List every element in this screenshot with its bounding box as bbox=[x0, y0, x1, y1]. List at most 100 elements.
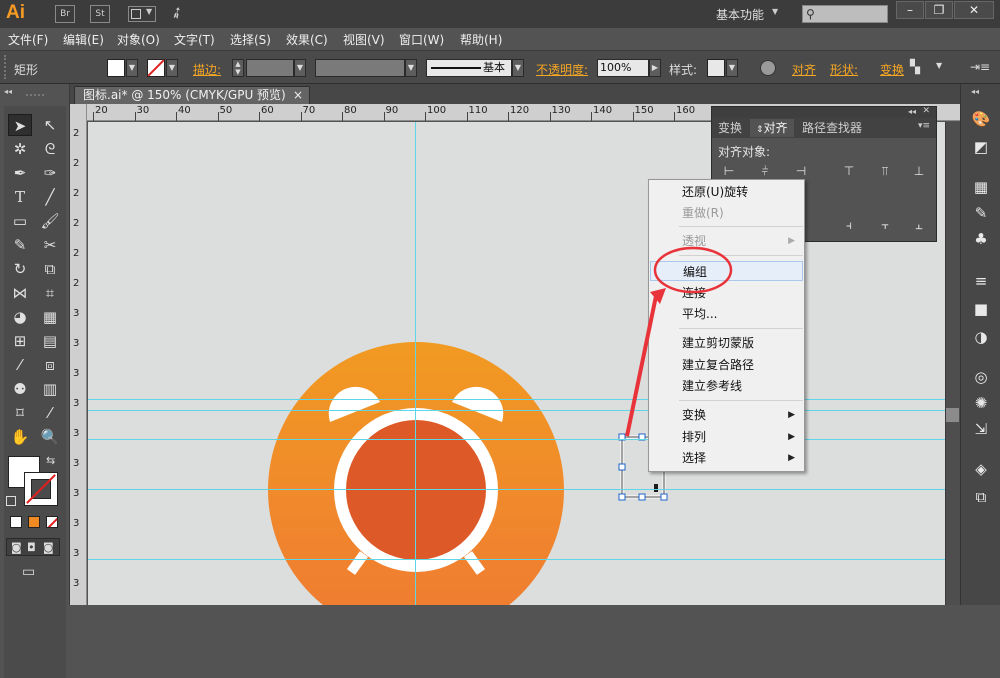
workspace-dropdown-icon[interactable]: ▼ bbox=[772, 7, 778, 16]
brush-definition-field[interactable]: 基本 bbox=[426, 59, 512, 77]
toolbox-grip[interactable] bbox=[26, 94, 44, 99]
none-mode-button[interactable] bbox=[46, 516, 58, 528]
control-panel-menu-icon[interactable]: ⇥≡ bbox=[970, 60, 990, 74]
guide-horizontal[interactable] bbox=[88, 489, 945, 490]
vertical-scrollbar[interactable] bbox=[945, 122, 960, 605]
menu-item-group[interactable]: 编组 bbox=[650, 261, 803, 281]
rectangle-tool-icon[interactable]: ▭ bbox=[8, 210, 32, 232]
export-icon[interactable]: ⇲ bbox=[969, 418, 993, 440]
eyedropper-tool-icon[interactable]: ⁄ bbox=[8, 354, 32, 376]
zoom-tool-icon[interactable]: 🔍 bbox=[38, 426, 62, 448]
stroke-weight-dropdown[interactable]: ▼ bbox=[294, 59, 306, 77]
menu-object[interactable]: 对象(O) bbox=[117, 31, 160, 48]
variable-width-profile[interactable] bbox=[315, 59, 405, 77]
graphic-style-swatch[interactable] bbox=[707, 59, 725, 77]
guide-horizontal[interactable] bbox=[88, 439, 945, 440]
close-tab-icon[interactable]: × bbox=[293, 87, 303, 103]
align-right-icon[interactable]: ⊣ bbox=[792, 163, 810, 179]
tab-transform[interactable]: 变换 bbox=[712, 119, 748, 137]
menu-item-make-clipping-mask[interactable]: 建立剪切蒙版 bbox=[650, 333, 803, 353]
pen-tool-icon[interactable]: ✒ bbox=[8, 162, 32, 184]
slice-tool-icon[interactable]: ⁄ bbox=[38, 402, 62, 424]
menu-edit[interactable]: 编辑(E) bbox=[63, 31, 104, 48]
distribute-left-icon[interactable]: ⫞ bbox=[840, 217, 858, 233]
search-input[interactable]: ⚲ bbox=[802, 5, 888, 23]
shape-link[interactable]: 形状: bbox=[830, 61, 858, 78]
swap-fill-stroke-icon[interactable]: ⇆ bbox=[46, 454, 55, 467]
curvature-tool-icon[interactable]: ✑ bbox=[38, 162, 62, 184]
control-bar-grip[interactable] bbox=[4, 55, 7, 79]
stroke-dropdown[interactable]: ▼ bbox=[166, 59, 178, 77]
more-dropdown-icon[interactable]: ▼ bbox=[936, 61, 942, 70]
menu-file[interactable]: 文件(F) bbox=[8, 31, 48, 48]
direct-selection-tool-icon[interactable]: ↖ bbox=[38, 114, 62, 136]
vertical-ruler[interactable]: 2 2 2 2 2 2 3 3 3 3 3 3 3 3 3 3 bbox=[70, 104, 87, 605]
symbols-icon[interactable]: ♣ bbox=[969, 228, 993, 250]
align-bottom-icon[interactable]: ⊥ bbox=[910, 163, 928, 179]
align-vertical-center-icon[interactable]: ⫪ bbox=[876, 163, 894, 179]
default-colors-icon[interactable] bbox=[6, 496, 16, 506]
column-graph-tool-icon[interactable]: ▥ bbox=[38, 378, 62, 400]
restore-button[interactable]: ❐ bbox=[925, 1, 953, 19]
scale-tool-icon[interactable]: ⧉ bbox=[38, 258, 62, 280]
menu-item-arrange[interactable]: 排列 ▶ bbox=[650, 427, 803, 447]
transparency-icon[interactable]: ◑ bbox=[969, 326, 993, 348]
drawing-modes[interactable]: ◙ ◘ ◙ bbox=[6, 538, 60, 556]
align-panel-header[interactable]: ◂◂ ✕ bbox=[712, 106, 936, 118]
align-horizontal-center-icon[interactable]: ⫩ bbox=[756, 163, 774, 179]
close-button[interactable]: ✕ bbox=[954, 1, 994, 19]
stroke-link[interactable]: 描边: bbox=[193, 61, 221, 78]
artboard-tool-icon[interactable]: ⌑ bbox=[8, 402, 32, 424]
bridge-button[interactable]: Br bbox=[55, 5, 75, 23]
menu-item-select[interactable]: 选择 ▶ bbox=[650, 448, 803, 468]
guide-horizontal[interactable] bbox=[88, 410, 945, 411]
distribute-center-icon[interactable]: ⫟ bbox=[876, 217, 894, 233]
draw-behind-icon[interactable]: ◘ bbox=[27, 541, 36, 554]
brush-dropdown[interactable]: ▼ bbox=[512, 59, 524, 77]
paintbrush-tool-icon[interactable]: 🖌 bbox=[38, 210, 62, 232]
color-guide-icon[interactable]: ◩ bbox=[969, 136, 993, 158]
perspective-grid-tool-icon[interactable]: ▦ bbox=[38, 306, 62, 328]
graphic-styles-icon[interactable]: ✺ bbox=[969, 392, 993, 414]
fill-dropdown[interactable]: ▼ bbox=[126, 59, 138, 77]
type-tool-icon[interactable]: T bbox=[8, 186, 32, 208]
document-tab[interactable]: 图标.ai* @ 150% (CMYK/GPU 预览) × bbox=[74, 86, 310, 104]
menu-item-make-compound-path[interactable]: 建立复合路径 bbox=[650, 355, 803, 375]
menu-item-make-guides[interactable]: 建立参考线 bbox=[650, 376, 803, 396]
menu-select[interactable]: 选择(S) bbox=[230, 31, 271, 48]
minimize-button[interactable]: – bbox=[896, 1, 924, 19]
align-top-icon[interactable]: ⊤ bbox=[840, 163, 858, 179]
pencil-tool-icon[interactable]: ✎ bbox=[8, 234, 32, 256]
feather-icon[interactable]: ➶ bbox=[166, 1, 187, 24]
guide-vertical[interactable] bbox=[415, 122, 416, 605]
variable-width-dropdown[interactable]: ▼ bbox=[405, 59, 417, 77]
menu-item-join[interactable]: 连接 bbox=[650, 283, 803, 303]
guide-horizontal[interactable] bbox=[88, 559, 945, 560]
stroke-weight-field[interactable] bbox=[246, 59, 294, 77]
stroke-weight-stepper[interactable]: ▲ ▼ bbox=[232, 59, 244, 77]
menu-item-undo-rotate[interactable]: 还原(U)旋转 bbox=[650, 182, 803, 202]
guide-horizontal[interactable] bbox=[88, 399, 945, 400]
scrollbar-thumb[interactable] bbox=[946, 408, 959, 422]
appearance-icon[interactable]: ◎ bbox=[969, 366, 993, 388]
width-tool-icon[interactable]: ⋈ bbox=[8, 282, 32, 304]
brushes-icon[interactable]: ✎ bbox=[969, 202, 993, 224]
draw-inside-icon[interactable]: ◙ bbox=[43, 541, 54, 554]
free-transform-tool-icon[interactable]: ⌗ bbox=[38, 282, 62, 304]
gradient-tool-icon[interactable]: ▤ bbox=[38, 330, 62, 352]
menu-item-transform[interactable]: 变换 ▶ bbox=[650, 405, 803, 425]
opacity-link[interactable]: 不透明度: bbox=[536, 61, 588, 78]
collapse-toolbox-icon[interactable]: ◂◂ bbox=[4, 87, 12, 96]
color-icon[interactable]: 🎨 bbox=[969, 108, 993, 130]
graphic-style-dropdown[interactable]: ▼ bbox=[726, 59, 738, 77]
layers-icon[interactable]: ◈ bbox=[969, 458, 993, 480]
screen-mode-icon[interactable]: ▭ bbox=[22, 564, 35, 580]
tab-pathfinder[interactable]: 路径查找器 bbox=[796, 119, 868, 137]
shape-builder-tool-icon[interactable]: ◕ bbox=[8, 306, 32, 328]
rotate-tool-icon[interactable]: ↻ bbox=[8, 258, 32, 280]
menu-type[interactable]: 文字(T) bbox=[174, 31, 215, 48]
blend-tool-icon[interactable]: ⧈ bbox=[38, 354, 62, 376]
expand-panels-icon[interactable]: ◂◂ bbox=[971, 87, 979, 96]
collapse-panel-icon[interactable]: ◂◂ bbox=[908, 107, 916, 116]
gradient-icon[interactable]: ■ bbox=[969, 298, 993, 320]
